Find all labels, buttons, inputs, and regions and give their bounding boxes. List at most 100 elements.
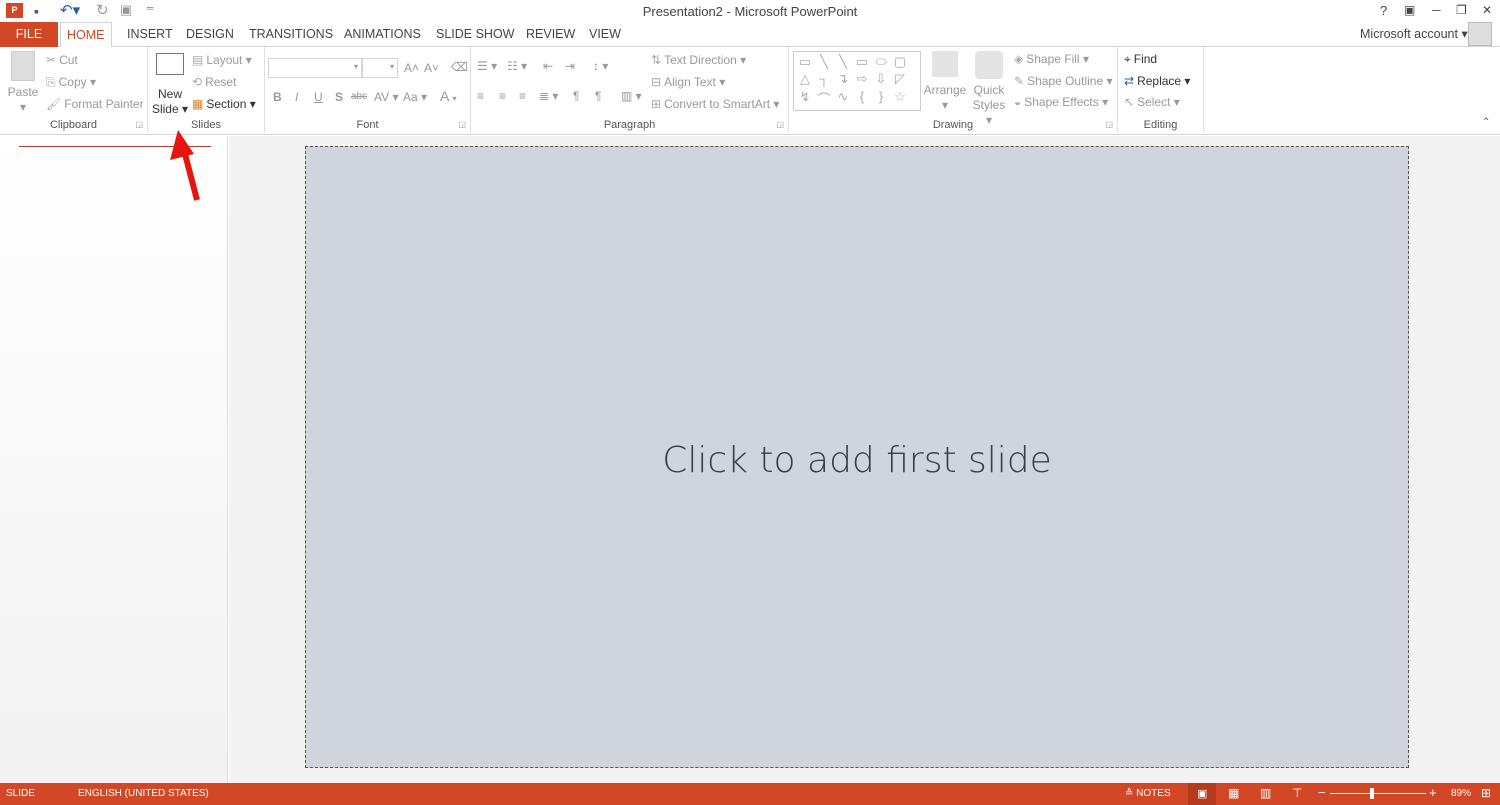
tab-home[interactable]: HOME <box>60 22 112 48</box>
cut-button[interactable]: ✂ Cut <box>46 53 78 67</box>
dialog-launcher-icon[interactable]: ◲ <box>135 120 143 129</box>
arrow-shaft <box>181 149 200 201</box>
bold-button[interactable]: B <box>273 90 282 104</box>
quick-styles-icon <box>975 51 1003 79</box>
shape-item[interactable]: ⬭ <box>872 54 890 70</box>
normal-view-button[interactable]: ▣ <box>1188 783 1216 805</box>
quick-styles-button[interactable]: Quick Styles ▾ <box>969 51 1009 128</box>
increase-indent-button[interactable]: ⇥ <box>565 59 575 73</box>
minimize-button[interactable]: ─ <box>1432 3 1441 17</box>
rtl-button[interactable]: ¶ <box>595 89 601 103</box>
tab-insert[interactable]: INSERT <box>121 22 179 47</box>
shape-item[interactable]: ▢ <box>891 54 909 70</box>
zoom-out-button[interactable]: − <box>1318 785 1326 800</box>
section-button[interactable]: ▦ Section ▾ <box>192 97 256 111</box>
shape-item[interactable]: ↯ <box>796 89 814 108</box>
layout-button[interactable]: ▤ Layout ▾ <box>192 53 252 67</box>
tab-transitions[interactable]: TRANSITIONS <box>243 22 339 47</box>
shadow-button[interactable]: S <box>335 90 343 104</box>
collapse-ribbon-icon[interactable]: ⌃ <box>1482 117 1490 128</box>
clear-formatting-icon[interactable]: ⌫ <box>451 60 468 74</box>
reset-button[interactable]: ⟲ Reset <box>192 75 236 89</box>
tab-review[interactable]: REVIEW <box>520 22 581 47</box>
reading-view-icon[interactable]: ▥ <box>1260 786 1271 800</box>
shape-item[interactable]: ∿ <box>834 89 852 108</box>
find-button[interactable]: ⌖ Find <box>1124 52 1157 67</box>
shape-item[interactable]: ↴ <box>834 71 852 87</box>
strikethrough-button[interactable]: abc <box>351 91 367 102</box>
shape-effects-button[interactable]: ◒ Shape Effects ▾ <box>1014 95 1108 109</box>
shape-item[interactable]: ▭ <box>853 54 871 70</box>
bullets-button[interactable]: ☰ ▾ <box>477 59 497 73</box>
fit-to-window-icon[interactable]: ⊞ <box>1481 786 1491 800</box>
shape-item[interactable]: ╲ <box>815 54 833 70</box>
numbering-button[interactable]: ☷ ▾ <box>507 59 527 73</box>
character-spacing-button[interactable]: AV ▾ <box>374 90 398 104</box>
language-indicator[interactable]: ENGLISH (UNITED STATES) <box>78 788 209 799</box>
font-name-select[interactable]: ▾ <box>268 58 362 78</box>
shape-fill-button[interactable]: ◈ Shape Fill ▾ <box>1014 52 1089 66</box>
dialog-launcher-icon[interactable]: ◲ <box>1105 120 1113 129</box>
shrink-font-button[interactable]: A˅ <box>424 61 439 75</box>
zoom-slider[interactable] <box>1330 788 1426 799</box>
shape-item[interactable]: ◸ <box>891 71 909 87</box>
grow-font-button[interactable]: A˄ <box>404 61 419 75</box>
shape-item[interactable]: ▭ <box>796 54 814 70</box>
add-first-slide-placeholder[interactable]: Click to add first slide <box>305 146 1409 768</box>
zoom-slider-thumb[interactable] <box>1370 788 1375 799</box>
underline-button[interactable]: U <box>314 90 323 104</box>
shape-outline-button[interactable]: ✎ Shape Outline ▾ <box>1014 74 1112 88</box>
tab-slide-show[interactable]: SLIDE SHOW <box>430 22 521 47</box>
align-left-button[interactable]: ≡ <box>477 89 484 103</box>
font-size-select[interactable]: ▾ <box>362 58 398 78</box>
italic-button[interactable]: I <box>295 90 298 104</box>
justify-button[interactable]: ≣ ▾ <box>539 89 558 103</box>
tab-animations[interactable]: ANIMATIONS <box>338 22 427 47</box>
copy-button[interactable]: ⎘ Copy ▾ <box>46 75 96 90</box>
tab-view[interactable]: VIEW <box>583 22 627 47</box>
shape-item[interactable]: { <box>853 89 871 108</box>
close-button[interactable]: ✕ <box>1482 3 1492 17</box>
zoom-level[interactable]: 89% <box>1451 788 1471 799</box>
columns-button[interactable]: ▥ ▾ <box>621 89 642 103</box>
tab-design[interactable]: DESIGN <box>180 22 240 47</box>
zoom-in-button[interactable]: + <box>1429 785 1437 800</box>
slide-sorter-icon[interactable]: ▦ <box>1228 786 1239 800</box>
change-case-button[interactable]: Aa ▾ <box>403 90 427 104</box>
help-button[interactable]: ? <box>1380 3 1387 18</box>
align-text-button[interactable]: ⊟ Align Text ▾ <box>651 75 725 89</box>
decrease-indent-button[interactable]: ⇤ <box>543 59 553 73</box>
tab-file[interactable]: FILE <box>0 22 58 47</box>
dialog-launcher-icon[interactable]: ◲ <box>776 120 784 129</box>
convert-smartart-button[interactable]: ⊞ Convert to SmartArt ▾ <box>651 97 779 111</box>
shape-item[interactable]: ┐ <box>815 71 833 87</box>
account-menu[interactable]: Microsoft account ▾ <box>1354 22 1474 47</box>
slide-show-icon[interactable]: ⊤ <box>1292 786 1302 800</box>
shape-item[interactable]: ⇩ <box>872 71 890 87</box>
shape-item[interactable]: ⇨ <box>853 71 871 87</box>
select-button[interactable]: ↖ Select ▾ <box>1124 95 1180 109</box>
arrange-button[interactable]: Arrange ▾ <box>923 51 967 113</box>
restore-button[interactable]: ❐ <box>1456 3 1467 17</box>
shape-item[interactable]: ⌒ <box>815 89 833 108</box>
align-right-button[interactable]: ≡ <box>519 89 526 103</box>
format-painter-button[interactable]: 🖌 Format Painter <box>46 97 144 111</box>
dialog-launcher-icon[interactable]: ◲ <box>458 120 466 129</box>
new-slide-button[interactable]: New Slide ▾ <box>151 51 189 117</box>
ltr-button[interactable]: ¶ <box>573 89 579 103</box>
shape-item[interactable]: △ <box>796 71 814 87</box>
shape-item[interactable]: ☆ <box>891 89 909 108</box>
notes-button[interactable]: ≙ NOTES <box>1125 788 1171 799</box>
text-direction-button[interactable]: ⇅ Text Direction ▾ <box>651 53 746 67</box>
shape-item[interactable]: ╲ <box>834 54 852 70</box>
font-color-button[interactable]: A ▾ <box>440 88 456 104</box>
shapes-gallery[interactable]: ▭ ╲ ╲ ▭ ⬭ ▢ △ ┐ ↴ ⇨ ⇩ ◸ ↯ ⌒ ∿{} ☆ <box>793 51 921 111</box>
paste-button[interactable]: Paste ▾ <box>6 51 40 115</box>
ribbon-display-button[interactable]: ▣ <box>1404 3 1415 17</box>
slide-thumbnails-pane[interactable] <box>0 136 228 783</box>
avatar[interactable] <box>1468 22 1492 46</box>
align-center-button[interactable]: ≡ <box>499 89 506 103</box>
shape-item[interactable]: } <box>872 89 890 108</box>
line-spacing-button[interactable]: ↕ ▾ <box>593 59 608 73</box>
replace-button[interactable]: ⇄ Replace ▾ <box>1124 74 1190 88</box>
